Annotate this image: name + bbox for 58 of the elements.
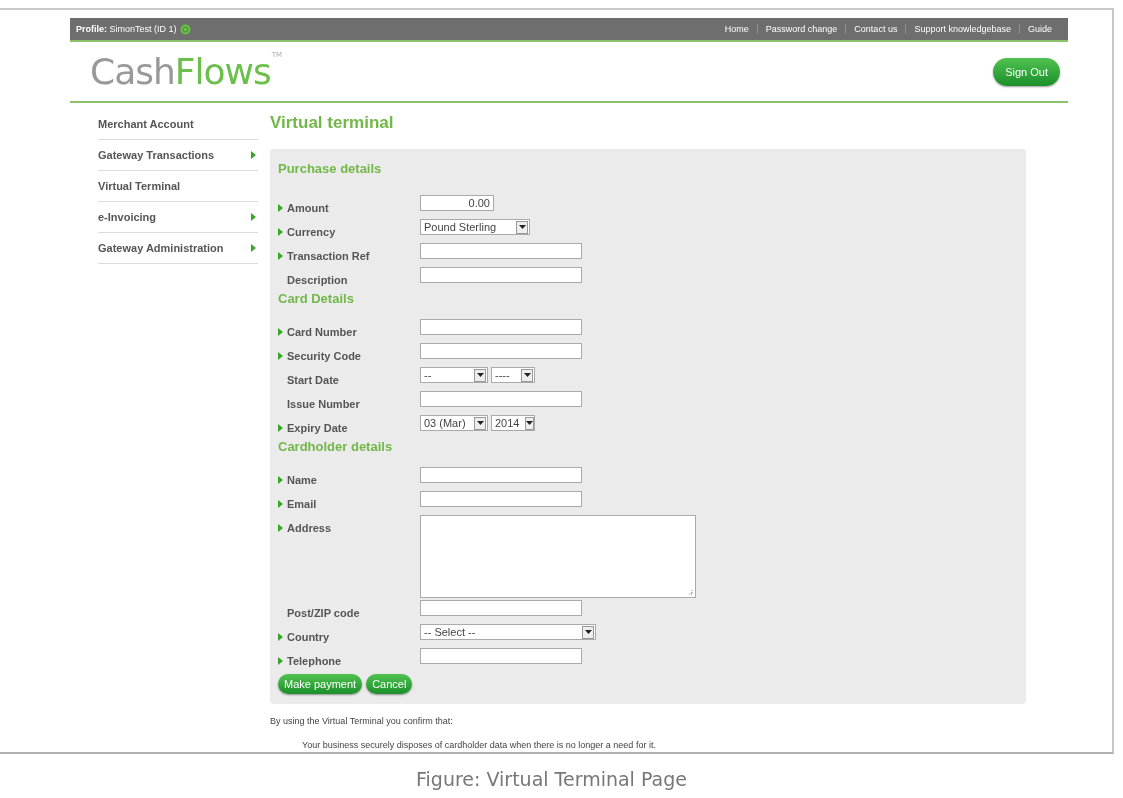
caret-icon (476, 373, 484, 377)
dropdown[interactable]: Pound Sterling (420, 219, 530, 235)
dropdown[interactable]: ---- (491, 367, 535, 383)
figure-caption: Figure: Virtual Terminal Page (415, 768, 688, 790)
dropdown[interactable]: -- (420, 367, 488, 383)
field-label: Telephone (287, 655, 342, 667)
dropdown[interactable]: -- Select -- (420, 624, 596, 640)
field-label: Address (287, 522, 332, 534)
sidebar-item[interactable]: Gateway Transactions (98, 140, 258, 171)
field-label: Start Date (287, 374, 339, 386)
field-label: Post/ZIP code (287, 607, 360, 619)
text-field[interactable] (420, 467, 582, 483)
address-textarea[interactable] (420, 515, 696, 598)
text-field[interactable] (420, 391, 582, 407)
section-heading: Purchase details (278, 161, 383, 178)
dropdown[interactable]: 2014 (491, 415, 535, 431)
nav-link[interactable]: Contact us (845, 24, 906, 34)
nav-link[interactable]: Guide (1018, 24, 1060, 34)
field-label: Currency (287, 226, 336, 238)
field-label: Amount (287, 202, 329, 214)
caret-icon (518, 225, 526, 229)
field-label: Name (287, 474, 317, 486)
field-label: Expiry Date (287, 422, 348, 434)
section-heading: Cardholder details (278, 439, 394, 456)
field-label: Country (287, 631, 330, 643)
field-label: Security Code (287, 350, 361, 362)
text-field[interactable] (420, 319, 582, 335)
text-field[interactable] (420, 648, 582, 664)
text-field[interactable] (420, 343, 582, 359)
amount-field[interactable]: 0.00 (420, 195, 494, 211)
text-field[interactable] (420, 491, 582, 507)
text-field[interactable] (420, 600, 582, 616)
sidebar-item[interactable]: Gateway Administration (98, 233, 258, 264)
section-heading: Card Details (278, 291, 355, 308)
caret-icon (523, 373, 531, 377)
dropdown[interactable]: 03 (Mar) (420, 415, 488, 431)
field-label: Email (287, 498, 317, 510)
sidebar-item[interactable]: e-Invoicing (98, 202, 258, 233)
field-label: Issue Number (287, 398, 360, 410)
caret-icon (584, 630, 592, 634)
notice-item: Your business securely disposes of cardholder data when there is no longer a need for it. (302, 740, 657, 750)
sidebar-item[interactable]: Virtual Terminal (98, 171, 258, 202)
caret-icon (476, 421, 484, 425)
field-label: Description (287, 274, 348, 286)
page-title: Virtual terminal (270, 113, 395, 133)
nav-link[interactable]: Support knowledgebase (905, 24, 1019, 34)
resize-grip-icon (687, 589, 693, 595)
nav-link[interactable]: Home (716, 24, 757, 34)
caret-icon (526, 421, 534, 425)
status-icon (179, 23, 191, 35)
profile-label: Profile: SimonTest (ID 1) (76, 24, 177, 34)
text-field[interactable] (420, 243, 582, 259)
field-label: Card Number (287, 326, 357, 338)
field-label: Transaction Ref (287, 250, 370, 262)
text-field[interactable] (420, 267, 582, 283)
nav-link[interactable]: Password change (756, 24, 846, 34)
sidebar-item[interactable]: Merchant Account (98, 109, 258, 140)
notice-text: By using the Virtual Terminal you confirm that: (270, 716, 454, 726)
